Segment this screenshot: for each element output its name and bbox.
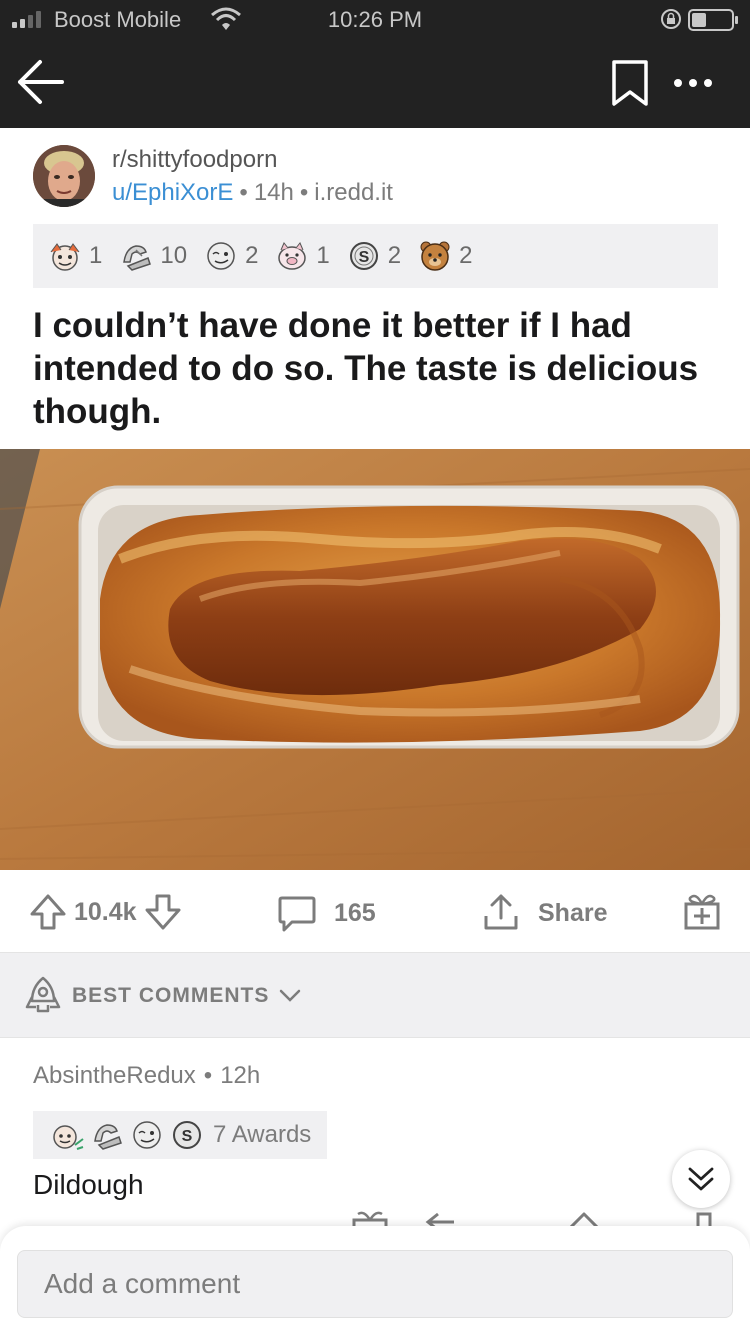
award-count: 1 bbox=[89, 242, 103, 269]
bear-award-icon bbox=[420, 241, 450, 271]
award-item: 2 bbox=[203, 238, 258, 274]
post-image[interactable] bbox=[0, 449, 750, 870]
comment-sort-bar[interactable]: BEST COMMENTS bbox=[0, 952, 750, 1038]
author-link[interactable]: u/EphiXorE bbox=[112, 179, 233, 206]
award-item: S 2 bbox=[346, 238, 401, 274]
chevron-down-icon bbox=[279, 989, 301, 1002]
back-arrow-icon[interactable] bbox=[14, 56, 66, 108]
comment-age: 12h bbox=[220, 1062, 261, 1089]
vote-count: 10.4k bbox=[74, 897, 137, 926]
comment-awards[interactable]: S 7 Awards bbox=[33, 1111, 328, 1159]
award-item: 2 bbox=[417, 238, 473, 274]
more-options-icon[interactable] bbox=[668, 66, 718, 100]
more-options-icon[interactable] bbox=[694, 1210, 714, 1226]
gift-icon bbox=[684, 894, 720, 930]
upvote-arrow-icon[interactable] bbox=[564, 1210, 604, 1226]
wholesome-award-icon bbox=[50, 243, 80, 271]
comment-body: Dildough bbox=[33, 1169, 144, 1200]
share-label: Share bbox=[538, 898, 608, 927]
comments-button[interactable]: 165 bbox=[276, 892, 376, 934]
silver-arm-award-icon bbox=[123, 245, 152, 271]
coin-award-icon: S bbox=[173, 1121, 201, 1149]
double-chevron-down-icon bbox=[688, 1167, 714, 1191]
wholesome-award-icon bbox=[53, 1125, 84, 1150]
award-button[interactable] bbox=[682, 890, 722, 932]
gift-icon[interactable] bbox=[350, 1210, 390, 1226]
award-item: 10 bbox=[118, 238, 187, 274]
sort-label: BEST COMMENTS bbox=[72, 984, 270, 1007]
rocket-icon bbox=[25, 976, 61, 1013]
svg-text:S: S bbox=[182, 1128, 193, 1145]
award-count: 2 bbox=[245, 242, 259, 269]
clock: 10:26 PM bbox=[327, 7, 423, 32]
comment-bubble-icon bbox=[278, 896, 316, 932]
subreddit-avatar[interactable] bbox=[33, 145, 95, 207]
share-icon bbox=[484, 894, 518, 930]
bookmark-icon[interactable] bbox=[608, 58, 652, 110]
award-item: 1 bbox=[274, 238, 330, 274]
post-age: 14h bbox=[253, 179, 294, 206]
post-title[interactable]: I couldn’t have done it better if I had … bbox=[33, 304, 723, 433]
rotation-lock-icon bbox=[661, 9, 681, 29]
face-award-icon bbox=[207, 242, 235, 270]
award-count: 2 bbox=[459, 242, 473, 269]
post-awards[interactable]: 1 10 2 1 S 2 2 bbox=[33, 224, 718, 288]
vote-group: 10.4k bbox=[28, 892, 183, 932]
award-count: 2 bbox=[387, 242, 402, 269]
collapse-thread-button[interactable] bbox=[672, 1150, 730, 1208]
comment-composer: Add a comment bbox=[0, 1226, 750, 1334]
status-bar: Boost Mobile 10:26 PM bbox=[0, 0, 750, 40]
silver-arm-award-icon bbox=[94, 1124, 122, 1150]
post-domain[interactable]: i.redd.it bbox=[314, 179, 393, 206]
subreddit-link[interactable]: r/shittyfoodporn bbox=[112, 146, 277, 174]
share-button[interactable]: Share bbox=[480, 892, 607, 934]
downvote-arrow-icon[interactable] bbox=[143, 892, 183, 932]
battery-icon bbox=[688, 9, 738, 31]
award-count: 1 bbox=[316, 242, 330, 269]
face-award-icon bbox=[133, 1121, 161, 1149]
reply-arrow-icon[interactable] bbox=[424, 1210, 460, 1226]
award-count: 10 bbox=[160, 242, 188, 269]
upvote-arrow-icon[interactable] bbox=[28, 892, 68, 932]
awards-count-label: 7 Awards bbox=[213, 1121, 312, 1148]
comment-count: 165 bbox=[334, 898, 376, 927]
award-item: 1 bbox=[47, 238, 102, 274]
comment-author[interactable]: AbsintheRedux bbox=[33, 1062, 196, 1089]
post-action-bar: 10.4k 165 Share bbox=[0, 870, 750, 952]
post-meta: u/EphiXorE • 14h • i.redd.it bbox=[112, 179, 393, 206]
comment-input[interactable]: Add a comment bbox=[17, 1250, 733, 1318]
svg-text:S: S bbox=[358, 249, 369, 266]
pig-award-icon bbox=[278, 242, 307, 270]
coin-award-icon: S bbox=[349, 242, 378, 270]
comment-meta: AbsintheRedux • 12h bbox=[33, 1062, 261, 1089]
